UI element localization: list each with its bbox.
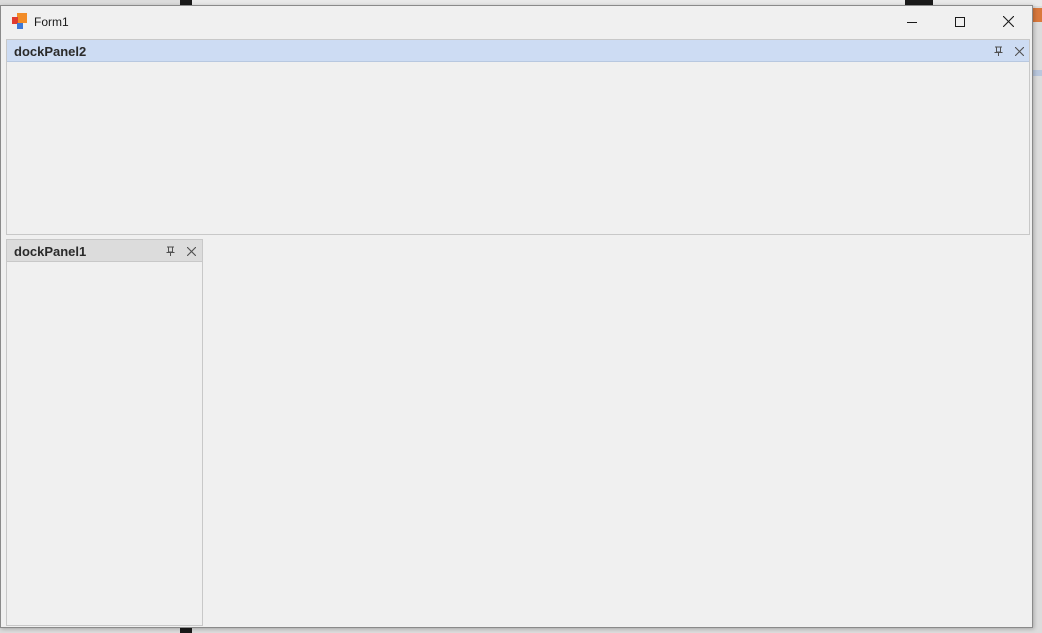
dock-panel-left: dockPanel1 <box>6 239 203 626</box>
minimize-icon <box>907 17 917 27</box>
app-icon <box>12 13 28 29</box>
dock-panel-left-title: dockPanel1 <box>14 244 87 259</box>
form-window: Form1 dockPanel2 dockPanel1 <box>0 5 1033 628</box>
dock-panel-top: dockPanel2 <box>6 39 1030 235</box>
minimize-button[interactable] <box>889 6 935 37</box>
background-fragment <box>1033 70 1042 76</box>
background-fragment <box>1032 8 1042 22</box>
close-icon <box>1002 16 1014 27</box>
close-button[interactable] <box>985 6 1031 37</box>
close-icon[interactable] <box>1012 44 1026 58</box>
maximize-icon <box>955 16 965 27</box>
dock-panel-top-header[interactable]: dockPanel2 <box>7 40 1029 62</box>
dock-panel-left-header[interactable]: dockPanel1 <box>7 240 202 262</box>
form-client-area <box>203 239 1031 626</box>
window-title: Form1 <box>34 15 69 29</box>
title-bar[interactable]: Form1 <box>1 6 1032 38</box>
close-icon[interactable] <box>184 244 198 258</box>
pin-icon[interactable] <box>163 244 177 258</box>
dock-panel-top-title: dockPanel2 <box>14 44 87 59</box>
maximize-button[interactable] <box>937 6 983 37</box>
pin-icon[interactable] <box>991 44 1005 58</box>
